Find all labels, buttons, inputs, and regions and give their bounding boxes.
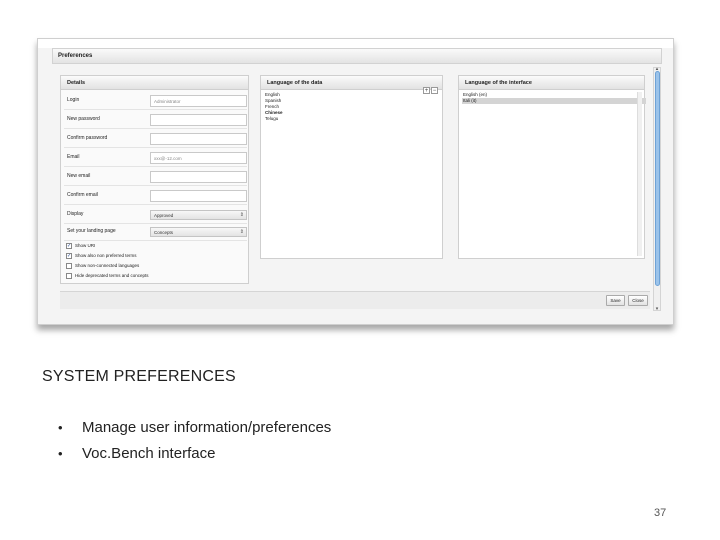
- landing-page-select[interactable]: Concepts ⇕: [150, 227, 247, 237]
- hide-deprecated-label: Hide deprecated terms and concepts: [75, 273, 149, 278]
- confirm-email-input[interactable]: [150, 190, 247, 202]
- dialog-button-bar: Save Close: [60, 291, 650, 309]
- new-password-row: New password: [64, 112, 247, 129]
- save-button[interactable]: Save: [606, 295, 625, 306]
- confirm-password-label: Confirm password: [67, 135, 108, 141]
- bullet-item: • Manage user information/preferences: [58, 415, 331, 441]
- bullet-text: Voc.Bench interface: [82, 445, 216, 462]
- show-non-connected-label: Show non-connected languages: [75, 263, 140, 268]
- landing-page-select-value: Concepts: [154, 230, 174, 235]
- bullet-icon: •: [58, 446, 63, 461]
- display-select-value: Approved: [154, 213, 174, 218]
- list-item-selected[interactable]: Itali (it): [462, 98, 646, 104]
- interface-list-scrollbar[interactable]: [637, 92, 642, 256]
- bullet-icon: •: [58, 420, 63, 435]
- login-input[interactable]: Administrator: [150, 95, 247, 107]
- confirm-email-label: Confirm email: [67, 192, 98, 198]
- checkbox-checked-icon[interactable]: ✓: [66, 253, 72, 259]
- display-label: Display: [67, 211, 84, 217]
- confirm-password-input[interactable]: [150, 133, 247, 145]
- new-password-label: New password: [67, 116, 100, 122]
- data-language-panel: Language of the data + − English Spanish …: [260, 75, 443, 259]
- login-row: Login Administrator: [64, 93, 247, 110]
- bullet-item: • Voc.Bench interface: [58, 441, 331, 467]
- interface-language-list: English (en) Itali (it): [462, 92, 647, 104]
- checkbox-unchecked-icon[interactable]: [66, 273, 72, 279]
- confirm-email-row: Confirm email: [64, 188, 247, 205]
- checkbox-checked-icon[interactable]: ✓: [66, 243, 72, 249]
- page-number: 37: [654, 507, 667, 519]
- bullet-text: Manage user information/preferences: [82, 419, 332, 436]
- landing-page-row: Set your landing page Concepts ⇕: [64, 224, 247, 241]
- preferences-screenshot: Preferences Details Login Administrator …: [37, 38, 674, 325]
- confirm-password-row: Confirm password: [64, 131, 247, 148]
- scroll-down-icon[interactable]: ▾: [654, 306, 660, 312]
- show-uri-label: Show URI: [75, 243, 96, 248]
- email-input[interactable]: xxx@-12.com: [150, 152, 247, 164]
- login-label: Login: [67, 97, 80, 103]
- details-header: Details: [61, 76, 248, 90]
- display-select[interactable]: Approved ⇕: [150, 210, 247, 220]
- new-password-input[interactable]: [150, 114, 247, 126]
- select-arrows-icon: ⇕: [239, 229, 244, 235]
- email-label: Email: [67, 154, 80, 160]
- new-email-label: New email: [67, 173, 91, 179]
- browser-top-strip: [38, 39, 673, 48]
- list-item[interactable]: Telugu: [264, 116, 445, 122]
- window-scrollbar[interactable]: ▴ ▾: [653, 66, 661, 312]
- checkbox-unchecked-icon[interactable]: [66, 263, 72, 269]
- email-row: Email xxx@-12.com: [64, 150, 247, 167]
- bullet-list: • Manage user information/preferences • …: [58, 415, 331, 467]
- scrollbar-thumb[interactable]: [655, 71, 660, 286]
- window-title: Preferences: [52, 48, 662, 64]
- new-email-row: New email: [64, 169, 247, 186]
- data-language-list: English Spanish French Chinese Telugu: [264, 92, 445, 122]
- slide-title: SYSTEM PREFERENCES: [42, 368, 236, 385]
- display-row: Display Approved ⇕: [64, 207, 247, 224]
- data-language-header: Language of the data: [261, 76, 442, 90]
- new-email-input[interactable]: [150, 171, 247, 183]
- show-non-preferred-label: Show also non preferred terms: [75, 253, 137, 258]
- landing-page-label: Set your landing page: [67, 228, 116, 234]
- select-arrows-icon: ⇕: [239, 212, 244, 218]
- details-panel: Details Login Administrator New password…: [60, 75, 249, 284]
- close-button[interactable]: Close: [628, 295, 648, 306]
- interface-language-header: Language of the interface: [459, 76, 644, 90]
- interface-language-panel: Language of the interface English (en) I…: [458, 75, 647, 259]
